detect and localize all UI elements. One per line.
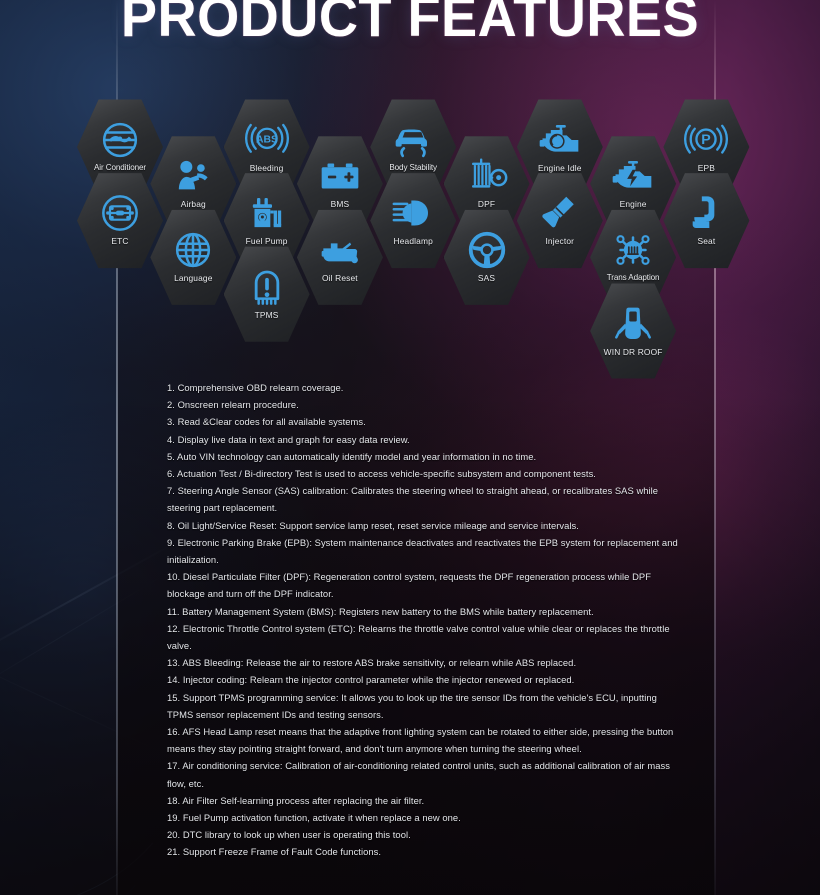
feature-list: 1. Comprehensive OBD relearn coverage. 2.… bbox=[167, 379, 682, 861]
feature-item: 13. ABS Bleeding: Release the air to res… bbox=[167, 657, 577, 669]
tpms-tire-icon bbox=[245, 267, 289, 307]
transmission-icon bbox=[611, 230, 655, 270]
oil-can-icon bbox=[318, 230, 362, 270]
feature-item: 3. Read &Clear codes for all available s… bbox=[167, 416, 366, 428]
hex-tile-injector[interactable]: Injector bbox=[516, 173, 603, 269]
feature-item: 5. Auto VIN technology can automatically… bbox=[167, 450, 537, 462]
svg-text:P: P bbox=[702, 132, 711, 148]
abs-bleeding-icon: ABS bbox=[244, 120, 289, 160]
globe-icon bbox=[171, 230, 215, 270]
feature-item: 19. Fuel Pump activation function, activ… bbox=[167, 812, 461, 824]
feature-item: 4. Display live data in text and graph f… bbox=[167, 433, 410, 445]
hex-tile-label: Language bbox=[174, 272, 213, 283]
feature-item: 10. Diesel Particulate Filter (DPF): Reg… bbox=[167, 571, 651, 600]
feature-item: 14. Injector coding: Relearn the injecto… bbox=[167, 674, 575, 686]
fuel-pump-icon bbox=[245, 193, 289, 233]
feature-item: 18. Air Filter Self-learning process aft… bbox=[167, 794, 425, 806]
hex-tile-label: DPF bbox=[477, 199, 496, 210]
steering-wheel-icon bbox=[465, 230, 509, 270]
car-seat-icon bbox=[684, 193, 728, 233]
hex-tile-headlamp[interactable]: Headlamp bbox=[370, 173, 457, 269]
hex-tile-oil-reset[interactable]: Oil Reset bbox=[296, 209, 383, 305]
epb-brake-icon: P bbox=[684, 120, 729, 160]
feature-item: 21. Support Freeze Frame of Fault Code f… bbox=[167, 846, 382, 858]
hex-tile-label: Body Stability bbox=[389, 163, 437, 172]
hex-tile-label: Oil Reset bbox=[321, 272, 358, 283]
body-stability-icon bbox=[391, 120, 435, 160]
feature-hexagon-grid: Air Conditioner Airbag ABS Bleeding BMS Body … bbox=[0, 0, 820, 379]
hex-tile-sas[interactable]: SAS bbox=[443, 209, 530, 305]
feature-item: 9. Electronic Parking Brake (EPB): Syste… bbox=[167, 536, 678, 566]
injector-icon bbox=[538, 193, 582, 233]
hex-tile-label: Air Conditioner bbox=[93, 163, 147, 172]
hex-tile-label: ETC bbox=[111, 236, 129, 247]
hex-tile-label: WIN DR ROOF bbox=[603, 346, 663, 357]
hex-tile-label: TPMS bbox=[254, 309, 279, 320]
hex-tile-label: BMS bbox=[330, 199, 350, 210]
feature-item: 8. Oil Light/Service Reset: Support serv… bbox=[167, 519, 579, 531]
feature-item: 15. Support TPMS programming service: It… bbox=[167, 691, 657, 720]
hex-tile-label: SAS bbox=[477, 272, 496, 283]
hex-tile-label: EPB bbox=[697, 162, 715, 173]
feature-item: 6. Actuation Test / Bi-directory Test is… bbox=[167, 468, 596, 480]
feature-item: 2. Onscreen relearn procedure. bbox=[167, 399, 299, 411]
feature-item: 16. AFS Head Lamp reset means that the a… bbox=[167, 726, 674, 755]
feature-item: 12. Electronic Throttle Control system (… bbox=[167, 622, 670, 652]
hex-tile-label: Seat bbox=[697, 236, 716, 247]
hex-tile-label: Bleeding bbox=[249, 162, 284, 173]
dpf-filter-icon bbox=[465, 156, 509, 196]
feature-item: 1. Comprehensive OBD relearn coverage. bbox=[167, 382, 344, 393]
svg-text:ABS: ABS bbox=[256, 134, 278, 145]
feature-item: 20. DTC library to look up when user is … bbox=[167, 829, 411, 841]
hex-tile-label: Engine bbox=[619, 199, 647, 210]
hex-tile-label: Injector bbox=[545, 236, 575, 247]
headlamp-icon bbox=[391, 193, 435, 233]
window-door-roof-icon bbox=[611, 304, 655, 344]
page-title: PRODUCT FEATURES bbox=[120, 0, 700, 49]
air-conditioner-icon bbox=[98, 120, 142, 160]
hex-tile-label: Engine Idle bbox=[538, 162, 582, 173]
feature-item: 17. Air conditioning service: Calibratio… bbox=[167, 760, 670, 789]
hex-tile-label: Headlamp bbox=[393, 236, 433, 247]
feature-item: 11. Battery Management System (BMS): Reg… bbox=[167, 605, 594, 617]
battery-icon bbox=[318, 156, 362, 196]
hex-tile-language[interactable]: Language bbox=[150, 209, 237, 305]
throttle-body-icon bbox=[98, 193, 142, 233]
feature-item: 7. Steering Angle Sensor (SAS) calibrati… bbox=[167, 485, 659, 514]
hex-tile-tpms[interactable]: TPMS bbox=[223, 246, 310, 342]
hex-tile-label: Airbag bbox=[180, 199, 206, 210]
engine-idle-icon bbox=[538, 120, 582, 160]
airbag-icon bbox=[171, 156, 215, 196]
hex-tile-label: Trans Adaption bbox=[606, 273, 660, 283]
hex-tile-etc[interactable]: ETC bbox=[77, 173, 163, 269]
hex-tile-win-dr-roof[interactable]: WIN DR ROOF bbox=[590, 283, 677, 379]
hex-tile-seat[interactable]: Seat bbox=[663, 173, 750, 269]
hex-tile-label: Fuel Pump bbox=[245, 236, 288, 247]
engine-icon bbox=[611, 156, 655, 196]
